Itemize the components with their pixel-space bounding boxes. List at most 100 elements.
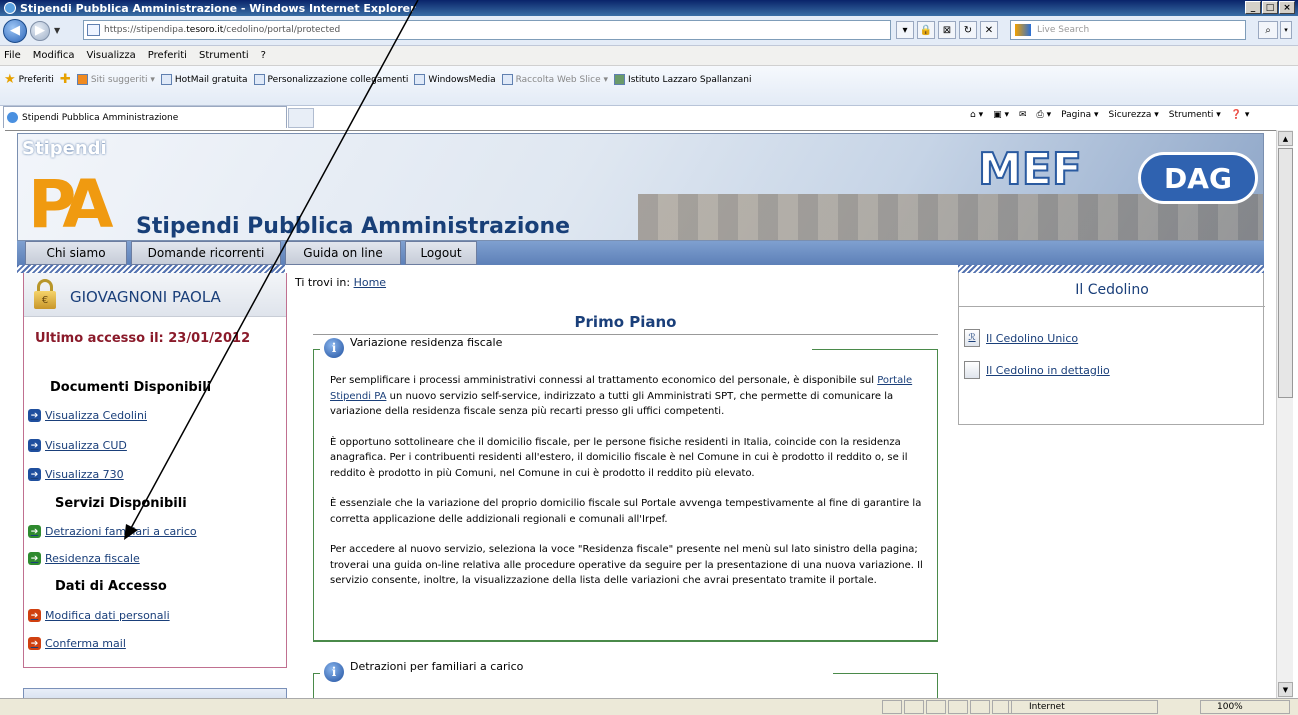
print-icon[interactable]: ⎙ ▾ xyxy=(1037,110,1052,120)
vertical-scrollbar[interactable]: ▲ ▼ xyxy=(1276,130,1293,698)
link-visualizza-730[interactable]: ➔ Visualizza 730 xyxy=(28,468,124,481)
fav-personalizzazione[interactable]: Personalizzazione collegamenti xyxy=(253,74,408,85)
link-label: Conferma mail xyxy=(45,637,126,650)
close-button[interactable]: × xyxy=(1279,1,1295,14)
window-controls: _ □ × xyxy=(1245,1,1295,14)
info-icon: i xyxy=(324,338,344,358)
refresh-icon[interactable]: ↻ xyxy=(959,21,977,39)
url-dropdown-icon[interactable]: ▾ xyxy=(896,21,914,39)
address-bar: ◀ ▶ ▼ https://stipendipa. tesoro.it/cedol… xyxy=(0,16,1298,46)
cedolino-title: Il Cedolino xyxy=(959,282,1265,307)
breadcrumb-home-link[interactable]: Home xyxy=(354,276,386,289)
user-name: GIOVAGNONI PAOLA xyxy=(70,288,221,306)
feeds-icon[interactable]: ▣ ▾ xyxy=(993,110,1009,120)
zone-label: Internet xyxy=(1029,702,1065,712)
nav-domande-ricorrenti[interactable]: Domande ricorrenti xyxy=(131,241,281,265)
fav-label: Istituto Lazzaro Spallanzani xyxy=(628,74,752,85)
url-suffix: /cedolino/portal/protected xyxy=(223,25,341,35)
menu-help[interactable]: ? xyxy=(261,50,266,61)
arrow-right-icon: ➔ xyxy=(28,637,41,650)
live-search-icon xyxy=(1015,24,1031,36)
nav-logout[interactable]: Logout xyxy=(405,241,477,265)
back-button[interactable]: ◀ xyxy=(3,18,27,43)
tab-title: Stipendi Pubblica Amministrazione xyxy=(22,112,179,123)
status-bar: Internet 100% xyxy=(0,698,1298,715)
fav-windowsmedia[interactable]: WindowsMedia xyxy=(414,74,496,85)
dag-logo: DAG xyxy=(1138,152,1258,204)
new-tab-button[interactable] xyxy=(288,108,314,128)
ie-page-icon xyxy=(414,74,426,85)
p1-post: un nuovo servizio self-service, indirizz… xyxy=(330,390,894,418)
search-icon[interactable]: ⌕ xyxy=(1258,21,1278,39)
p1-pre: Per semplificare i processi amministrati… xyxy=(330,375,875,386)
nav-guida-on-line[interactable]: Guida on line xyxy=(285,241,401,265)
news-header: i Detrazioni per familiari a carico xyxy=(320,659,834,682)
fav-spallanzani[interactable]: Istituto Lazzaro Spallanzani xyxy=(614,74,752,85)
link-label: Visualizza 730 xyxy=(45,468,124,481)
arrow-right-icon: ➔ xyxy=(28,525,41,538)
favorites-button[interactable]: ★ Preferiti xyxy=(4,72,54,87)
fav-web-slice[interactable]: Raccolta Web Slice ▾ xyxy=(501,74,609,85)
zoom-control[interactable]: 100% xyxy=(1200,700,1290,714)
stop-icon[interactable]: ✕ xyxy=(980,21,998,39)
star-icon: ★ xyxy=(4,72,16,87)
scroll-down-icon[interactable]: ▼ xyxy=(1278,682,1293,697)
search-options-icon[interactable]: ▾ xyxy=(1280,21,1292,39)
cmd-strumenti[interactable]: Strumenti ▾ xyxy=(1169,110,1221,120)
news-header: i Variazione residenza fiscale xyxy=(320,336,813,358)
left-sidebar: € GIOVAGNONI PAOLA Ultimo accesso il: 23… xyxy=(23,273,287,668)
menu-bar: File Modifica Visualizza Preferiti Strum… xyxy=(0,46,1298,66)
url-field[interactable]: https://stipendipa. tesoro.it/cedolino/po… xyxy=(83,20,891,40)
mef-logo: MEF xyxy=(977,143,1083,196)
menu-visualizza[interactable]: Visualizza xyxy=(87,50,136,61)
scroll-up-icon[interactable]: ▲ xyxy=(1278,131,1293,146)
forward-button[interactable]: ▶ xyxy=(30,20,50,41)
news-detrazioni-familiari: i Detrazioni per familiari a carico xyxy=(313,660,938,698)
link-detrazioni-familiari[interactable]: ➔ Detrazioni familiari a carico xyxy=(28,525,197,538)
menu-file[interactable]: File xyxy=(4,50,21,61)
news-body: Per semplificare i processi amministrati… xyxy=(330,373,930,604)
menu-preferiti[interactable]: Preferiti xyxy=(148,50,187,61)
add-favorite-icon[interactable]: ✚ xyxy=(60,72,71,87)
maximize-button[interactable]: □ xyxy=(1262,1,1278,14)
breadcrumb-label: Ti trovi in: xyxy=(295,276,351,289)
history-dropdown-icon[interactable]: ▼ xyxy=(54,26,60,35)
link-cedolino-dettaglio[interactable]: Il Cedolino in dettaglio xyxy=(964,361,1110,379)
link-modifica-dati[interactable]: ➔ Modifica dati personali xyxy=(28,609,170,622)
link-residenza-fiscale[interactable]: ➔ Residenza fiscale xyxy=(28,552,140,565)
site-banner: Stipendi PA Stipendi Pubblica Amministra… xyxy=(17,133,1264,241)
ie-logo-icon xyxy=(4,2,16,14)
fav-siti-suggeriti[interactable]: Siti suggeriti ▾ xyxy=(76,74,155,85)
primo-piano-title: Primo Piano xyxy=(313,313,938,335)
browser-tab[interactable]: Stipendi Pubblica Amministrazione xyxy=(3,106,287,128)
cmd-sicurezza[interactable]: Sicurezza ▾ xyxy=(1108,110,1158,120)
link-visualizza-cedolini[interactable]: ➔ Visualizza Cedolini xyxy=(28,409,147,422)
nav-chi-siamo[interactable]: Chi siamo xyxy=(25,241,127,265)
link-visualizza-cud[interactable]: ➔ Visualizza CUD xyxy=(28,439,127,452)
link-conferma-mail[interactable]: ➔ Conferma mail xyxy=(28,637,126,650)
compat-icon[interactable]: ⊠ xyxy=(938,21,956,39)
breadcrumb: Ti trovi in: Home xyxy=(295,276,386,289)
search-input[interactable]: Live Search xyxy=(1010,20,1246,40)
link-cedolino-unico[interactable]: ℛ Il Cedolino Unico xyxy=(964,329,1078,347)
security-zone[interactable]: Internet xyxy=(1008,700,1158,714)
arrow-right-icon: ➔ xyxy=(28,439,41,452)
scroll-thumb[interactable] xyxy=(1278,148,1293,398)
news-paragraph: Per semplificare i processi amministrati… xyxy=(330,373,930,420)
fav-hotmail[interactable]: HotMail gratuita xyxy=(160,74,248,85)
site-title: Stipendi Pubblica Amministrazione xyxy=(136,214,571,239)
favorites-bar: ★ Preferiti ✚ Siti suggeriti ▾ HotMail gr… xyxy=(0,66,1298,106)
menu-strumenti[interactable]: Strumenti xyxy=(199,50,249,61)
minimize-button[interactable]: _ xyxy=(1245,1,1261,14)
fav-label: Raccolta Web Slice ▾ xyxy=(515,74,609,85)
window-title: Stipendi Pubblica Amministrazione - Wind… xyxy=(20,1,416,15)
home-icon[interactable]: ⌂ ▾ xyxy=(970,110,983,120)
news-title: Detrazioni per familiari a carico xyxy=(350,659,524,673)
last-access: Ultimo accesso il: 23/01/2012 xyxy=(35,331,251,346)
menu-modifica[interactable]: Modifica xyxy=(33,50,75,61)
help-icon[interactable]: ❓ ▾ xyxy=(1231,110,1250,120)
lock-icon: € xyxy=(34,279,56,309)
lock-icon[interactable]: 🔒 xyxy=(917,21,935,39)
cmd-pagina[interactable]: Pagina ▾ xyxy=(1061,110,1098,120)
mail-icon[interactable]: ✉ xyxy=(1019,110,1027,120)
